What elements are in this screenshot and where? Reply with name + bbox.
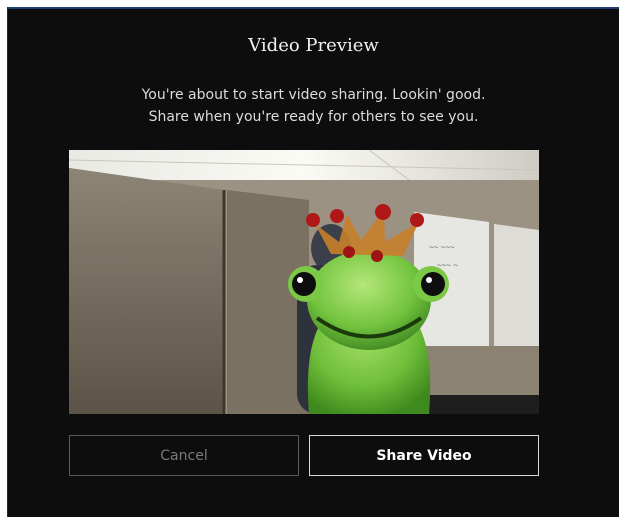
dialog-message: You're about to start video sharing. Loo…	[8, 84, 619, 128]
svg-text:~~ ~~~: ~~ ~~~	[429, 243, 455, 252]
cancel-button[interactable]: Cancel	[69, 435, 299, 476]
message-line-2: Share when you're ready for others to se…	[148, 109, 479, 125]
message-line-1: You're about to start video sharing. Loo…	[141, 87, 486, 103]
share-video-button[interactable]: Share Video	[309, 435, 539, 476]
video-preview-dialog: Video Preview You're about to start vide…	[7, 7, 619, 517]
dialog-title: Video Preview	[248, 35, 379, 56]
camera-feed-image: ~~ ~~~ ~~~ ~	[69, 150, 539, 414]
video-preview: ~~ ~~~ ~~~ ~	[69, 150, 539, 414]
